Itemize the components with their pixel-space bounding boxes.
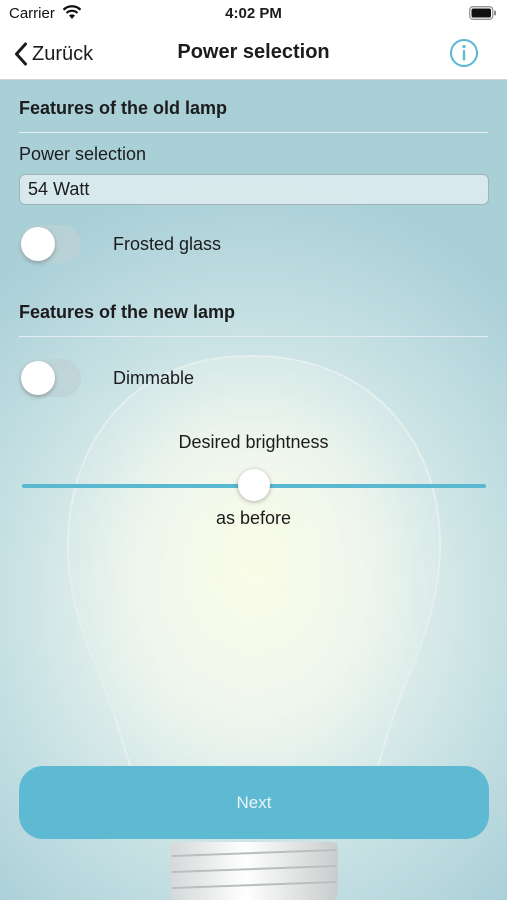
status-bar: Carrier 4:02 PM <box>0 0 507 28</box>
toggle-knob <box>21 227 55 261</box>
brightness-value: as before <box>215 508 292 528</box>
info-icon[interactable] <box>449 38 479 68</box>
power-selection-field[interactable] <box>19 174 489 205</box>
content-area: Features of the old lamp Power selection… <box>0 80 507 900</box>
brightness-title: Desired brightness <box>178 432 329 452</box>
frosted-glass-toggle[interactable] <box>19 225 81 263</box>
dimmable-toggle[interactable] <box>19 359 81 397</box>
frosted-glass-label: Frosted glass <box>113 234 222 254</box>
power-selection-label: Power selection <box>19 144 147 164</box>
next-button-label: Next <box>236 792 272 812</box>
navigation-bar: Zurück Power selection <box>0 28 507 80</box>
page-title: Power selection <box>177 41 330 63</box>
new-lamp-section-header: Features of the new lamp <box>19 302 236 322</box>
status-time: 4:02 PM <box>225 5 282 22</box>
section-divider <box>19 132 488 133</box>
old-lamp-section-header: Features of the old lamp <box>19 98 228 118</box>
section-divider <box>19 336 488 337</box>
next-button[interactable]: Next <box>19 766 489 839</box>
dimmable-label: Dimmable <box>113 368 195 388</box>
brightness-slider-thumb[interactable] <box>238 469 270 501</box>
toggle-knob <box>21 361 55 395</box>
battery-icon <box>469 6 496 20</box>
